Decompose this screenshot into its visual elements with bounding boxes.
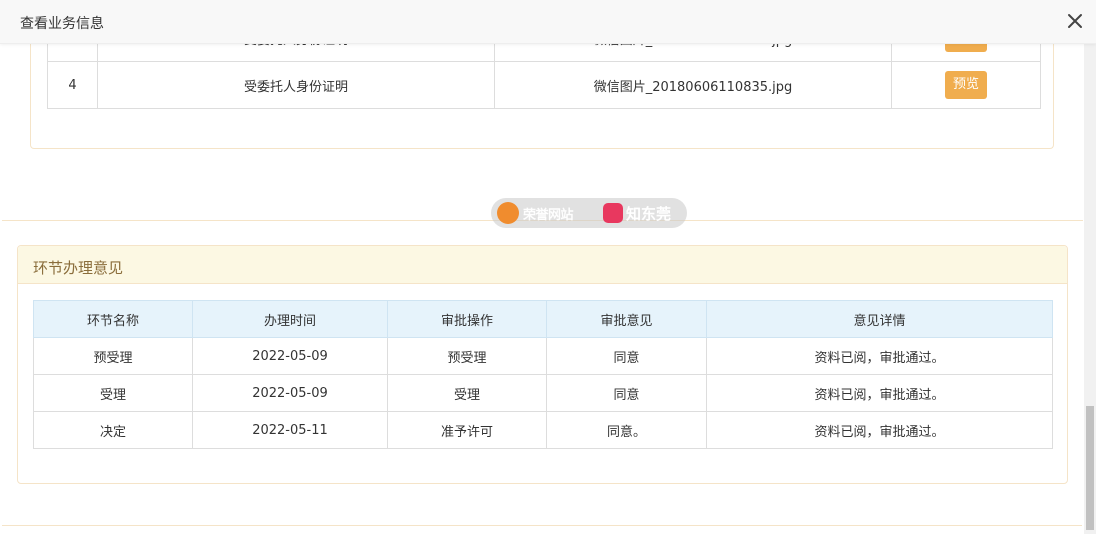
- row-index: 3: [47, 44, 98, 62]
- file-name: 微信图片_20180606110835.jpg: [494, 61, 892, 109]
- row-index: 4: [47, 61, 98, 109]
- watermark-brand: 知东莞: [626, 205, 672, 223]
- scrollbar[interactable]: [1084, 44, 1096, 534]
- table-cell: 同意: [546, 374, 707, 412]
- dialog-title: 查看业务信息: [20, 16, 104, 32]
- table-cell: 决定: [33, 411, 193, 449]
- table-cell: 2022-05-11: [192, 411, 388, 449]
- table-cell: 受理: [33, 374, 193, 412]
- table-cell: 同意。: [546, 411, 707, 449]
- watermark: 荣誉网站 知东莞: [491, 198, 687, 228]
- opinion-table: 环节名称 办理时间 审批操作 审批意见 意见详情 预受理 2022-05-09 …: [33, 300, 1053, 449]
- scrollbar-thumb[interactable]: [1086, 406, 1094, 530]
- divider: [2, 525, 1082, 526]
- table-cell: 同意: [546, 337, 707, 375]
- column-header: 审批操作: [387, 300, 547, 338]
- material-name: 受委托人身份证明: [97, 44, 495, 62]
- action-cell: 预览: [891, 44, 1041, 62]
- material-name: 受委托人身份证明: [97, 61, 495, 109]
- eye-logo-icon: [603, 203, 623, 223]
- dialog-header: 查看业务信息: [0, 0, 1096, 44]
- column-header: 办理时间: [192, 300, 388, 338]
- close-icon[interactable]: [1064, 10, 1086, 32]
- table-row: 决定 2022-05-11 准予许可 同意。 资料已阅，审批通过。: [33, 411, 1053, 449]
- table-row: 预受理 2022-05-09 预受理 同意 资料已阅，审批通过。: [33, 337, 1053, 375]
- table-cell: 受理: [387, 374, 547, 412]
- preview-button[interactable]: 预览: [944, 71, 987, 99]
- table-row: 4 受委托人身份证明 微信图片_20180606110835.jpg 预览: [47, 61, 1041, 109]
- table-cell: 预受理: [387, 337, 547, 375]
- site-logo-icon: [497, 202, 519, 224]
- table-header-row: 环节名称 办理时间 审批操作 审批意见 意见详情: [33, 300, 1053, 338]
- preview-button[interactable]: 预览: [944, 44, 987, 52]
- dialog-body: 3 受委托人身份证明 微信图片_20180606110842.jpg 预览 4 …: [0, 44, 1084, 534]
- table-row: 受理 2022-05-09 受理 同意 资料已阅，审批通过。: [33, 374, 1053, 412]
- table-cell: 准予许可: [387, 411, 547, 449]
- table-cell: 预受理: [33, 337, 193, 375]
- column-header: 审批意见: [546, 300, 707, 338]
- watermark-text: 荣誉网站: [523, 208, 574, 223]
- file-name: 微信图片_20180606110842.jpg: [494, 44, 892, 62]
- opinion-panel-title: 环节办理意见: [33, 259, 124, 277]
- action-cell: 预览: [891, 61, 1041, 109]
- table-cell: 资料已阅，审批通过。: [706, 411, 1053, 449]
- column-header: 环节名称: [33, 300, 193, 338]
- opinion-panel-header: 环节办理意见: [18, 246, 1067, 284]
- column-header: 意见详情: [706, 300, 1053, 338]
- attachment-panel: 3 受委托人身份证明 微信图片_20180606110842.jpg 预览 4 …: [30, 44, 1054, 149]
- table-cell: 资料已阅，审批通过。: [706, 374, 1053, 412]
- attachment-table: 3 受委托人身份证明 微信图片_20180606110842.jpg 预览 4 …: [47, 44, 1041, 109]
- table-cell: 资料已阅，审批通过。: [706, 337, 1053, 375]
- table-row: 3 受委托人身份证明 微信图片_20180606110842.jpg 预览: [47, 44, 1041, 62]
- opinion-panel: 环节办理意见 环节名称 办理时间 审批操作 审批意见 意见详情 预受理 2022…: [17, 245, 1068, 484]
- table-cell: 2022-05-09: [192, 337, 388, 375]
- table-cell: 2022-05-09: [192, 374, 388, 412]
